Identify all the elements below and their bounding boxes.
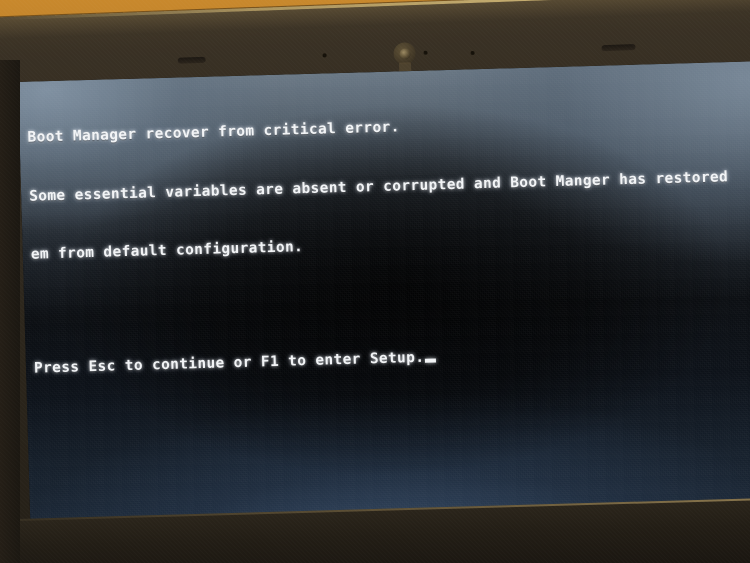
bios-body-line-1: Some essential variables are absent or c… bbox=[28, 168, 729, 205]
microphone-icon-right bbox=[423, 50, 428, 55]
bios-prompt-line-wrap: Press Esc to continue or F1 to enter Set… bbox=[34, 339, 750, 379]
text-cursor-icon bbox=[425, 357, 437, 363]
laptop-left-bezel-edge bbox=[0, 60, 20, 563]
bios-title-line: Boot Manager recover from critical error… bbox=[27, 119, 400, 146]
laptop-screen: Boot Manager recover from critical error… bbox=[18, 61, 750, 538]
laptop-bios-photo: Boot Manager recover from critical error… bbox=[0, 0, 750, 563]
status-led-icon bbox=[470, 50, 475, 56]
bios-blank-line bbox=[32, 284, 750, 321]
bezel-bumper-left bbox=[177, 56, 206, 64]
bezel-bumper-right bbox=[601, 44, 636, 52]
microphone-icon-left bbox=[322, 53, 327, 58]
bios-message-block: Boot Manager recover from critical error… bbox=[26, 69, 750, 418]
bios-prompt-line: Press Esc to continue or F1 to enter Set… bbox=[33, 349, 425, 377]
bios-body-line-2: em from default configuration. bbox=[30, 239, 304, 263]
